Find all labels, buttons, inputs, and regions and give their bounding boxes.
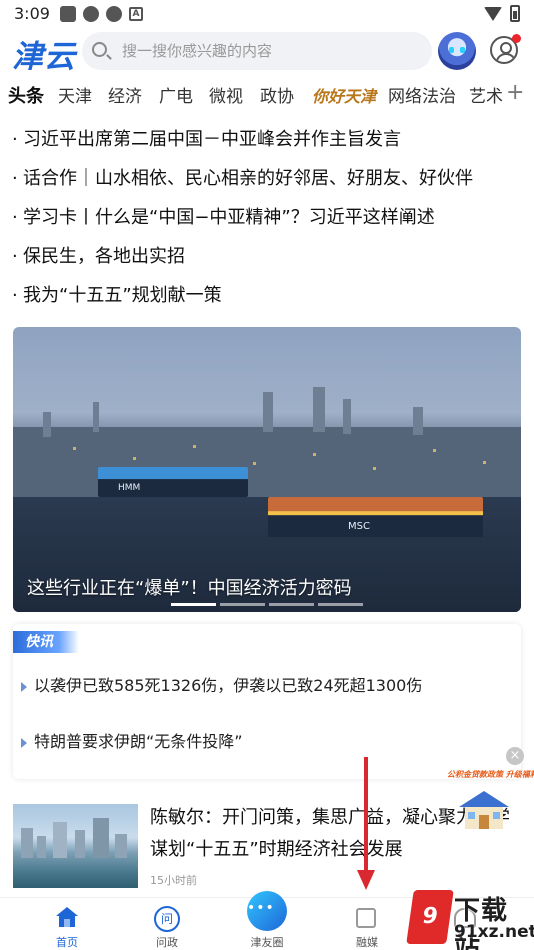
headline-text: 学习卡丨什么是“中国−中亚精神”？习近平这样阐述 <box>23 207 435 228</box>
media-icon <box>356 908 376 928</box>
add-channel-icon[interactable]: + <box>506 80 524 105</box>
watermark-logo: 9 <box>406 890 454 944</box>
article-time: 15小时前 <box>150 874 197 887</box>
tab-broadcast[interactable]: 广电 <box>159 82 193 107</box>
tab-hello-tianjin[interactable]: 你好天津 <box>312 83 376 107</box>
close-ad-icon[interactable]: × <box>506 747 524 765</box>
wenzheng-icon: 问 <box>154 906 180 932</box>
status-notification-icons: A <box>60 6 143 22</box>
flash-news-card: 快讯 以袭伊已致585死1326伤，伊袭以已致24死超1300伤 特朗普要求伊朗… <box>13 624 521 779</box>
triangle-bullet-icon <box>21 737 27 748</box>
tab-economy[interactable]: 经济 <box>108 82 142 107</box>
ship-label: MSC <box>348 521 370 532</box>
headline-item[interactable]: · 学习卡丨什么是“中国−中亚精神”？习近平这样阐述 <box>12 203 435 229</box>
flash-news-item[interactable]: 特朗普要求伊朗“无条件投降” <box>21 728 243 752</box>
tab-law[interactable]: 网络法治 <box>388 82 456 107</box>
search-input[interactable] <box>122 32 422 70</box>
app-notification-icon <box>106 6 122 22</box>
app-notification-icon <box>60 6 76 22</box>
tab-art[interactable]: 艺术 <box>469 82 503 107</box>
tab-tianjin[interactable]: 天津 <box>58 82 92 107</box>
app-notification-icon <box>83 6 99 22</box>
ai-assistant-icon[interactable] <box>438 32 476 70</box>
nav-home[interactable]: 首页 <box>32 898 102 950</box>
tab-microvideo[interactable]: 微视 <box>209 82 243 107</box>
status-bar: 3:09 A <box>0 0 534 28</box>
carousel-dot <box>318 603 363 606</box>
headline-text: 话合作｜山水相依、民心相亲的好邻居、好朋友、好伙伴 <box>23 168 473 189</box>
ad-text: 公积金贷款政策 升级福利 <box>447 770 534 779</box>
nav-friends-label: 津友圈 <box>250 936 284 949</box>
headline-item[interactable]: · 话合作｜山水相依、民心相亲的好邻居、好朋友、好伙伴 <box>12 164 473 190</box>
notification-badge <box>512 34 521 43</box>
home-icon <box>56 907 78 927</box>
triangle-bullet-icon <box>21 681 27 692</box>
wifi-icon <box>484 6 502 21</box>
port-cityscape-image <box>13 387 521 507</box>
tab-cppcc[interactable]: 政协 <box>260 82 294 107</box>
floating-ad[interactable]: 公积金贷款政策 升级福利 <box>445 765 534 835</box>
nav-wenzheng-label: 问政 <box>156 936 178 949</box>
search-icon <box>92 42 107 57</box>
headline-item[interactable]: · 习近平出席第二届中国－中亚峰会并作主旨发言 <box>12 125 401 151</box>
nav-media[interactable]: 融媒 <box>332 898 402 950</box>
cargo-ship: HMM <box>98 467 248 497</box>
ship-label: HMM <box>118 483 141 493</box>
headline-item[interactable]: · 我为“十五五”规划献一策 <box>12 281 222 307</box>
status-system-icons <box>484 5 520 22</box>
flash-news-text: 特朗普要求伊朗“无条件投降” <box>34 732 243 751</box>
nav-home-label: 首页 <box>56 936 78 949</box>
nav-wenzheng[interactable]: 问 问政 <box>132 898 202 950</box>
headline-item[interactable]: · 保民生，各地出实招 <box>12 242 185 268</box>
channel-tabs: 头条 天津 经济 广电 微视 政协 你好天津 网络法治 艺术 + <box>0 78 534 112</box>
site-watermark: 9 下载站 91xz.net <box>406 890 534 950</box>
headline-text: 习近平出席第二届中国－中亚峰会并作主旨发言 <box>23 129 401 150</box>
flash-news-text: 以袭伊已致585死1326伤，伊袭以已致24死超1300伤 <box>34 676 423 695</box>
search-bar[interactable] <box>82 32 432 70</box>
flash-news-item[interactable]: 以袭伊已致585死1326伤，伊袭以已致24死超1300伤 <box>21 672 422 696</box>
annotation-arrow-head <box>357 870 375 890</box>
battery-icon <box>510 5 520 22</box>
article-thumbnail <box>13 804 138 888</box>
banner-carousel[interactable]: HMM MSC 这些行业正在“爆单”！中国经济活力密码 <box>13 327 521 612</box>
banner-caption: 这些行业正在“爆单”！中国经济活力密码 <box>27 578 352 599</box>
app-header: 津云 <box>0 28 534 78</box>
text-notification-icon: A <box>129 7 143 21</box>
headline-text: 保民生，各地出实招 <box>23 246 185 267</box>
flash-news-tag: 快讯 <box>13 631 79 653</box>
carousel-dot <box>171 603 216 606</box>
tab-headline[interactable]: 头条 <box>8 82 44 108</box>
headline-text: 我为“十五五”规划献一策 <box>23 285 222 306</box>
cargo-ship: MSC <box>268 497 483 537</box>
carousel-indicator <box>171 603 363 606</box>
status-time: 3:09 <box>14 4 50 23</box>
watermark-url: 91xz.net <box>454 922 534 942</box>
app-logo: 津云 <box>12 39 76 75</box>
carousel-dot <box>269 603 314 606</box>
nav-media-label: 融媒 <box>356 936 378 949</box>
carousel-dot <box>220 603 265 606</box>
house-icon <box>459 791 509 829</box>
chat-bubble-icon[interactable] <box>247 891 287 931</box>
annotation-arrow-line <box>364 757 368 877</box>
